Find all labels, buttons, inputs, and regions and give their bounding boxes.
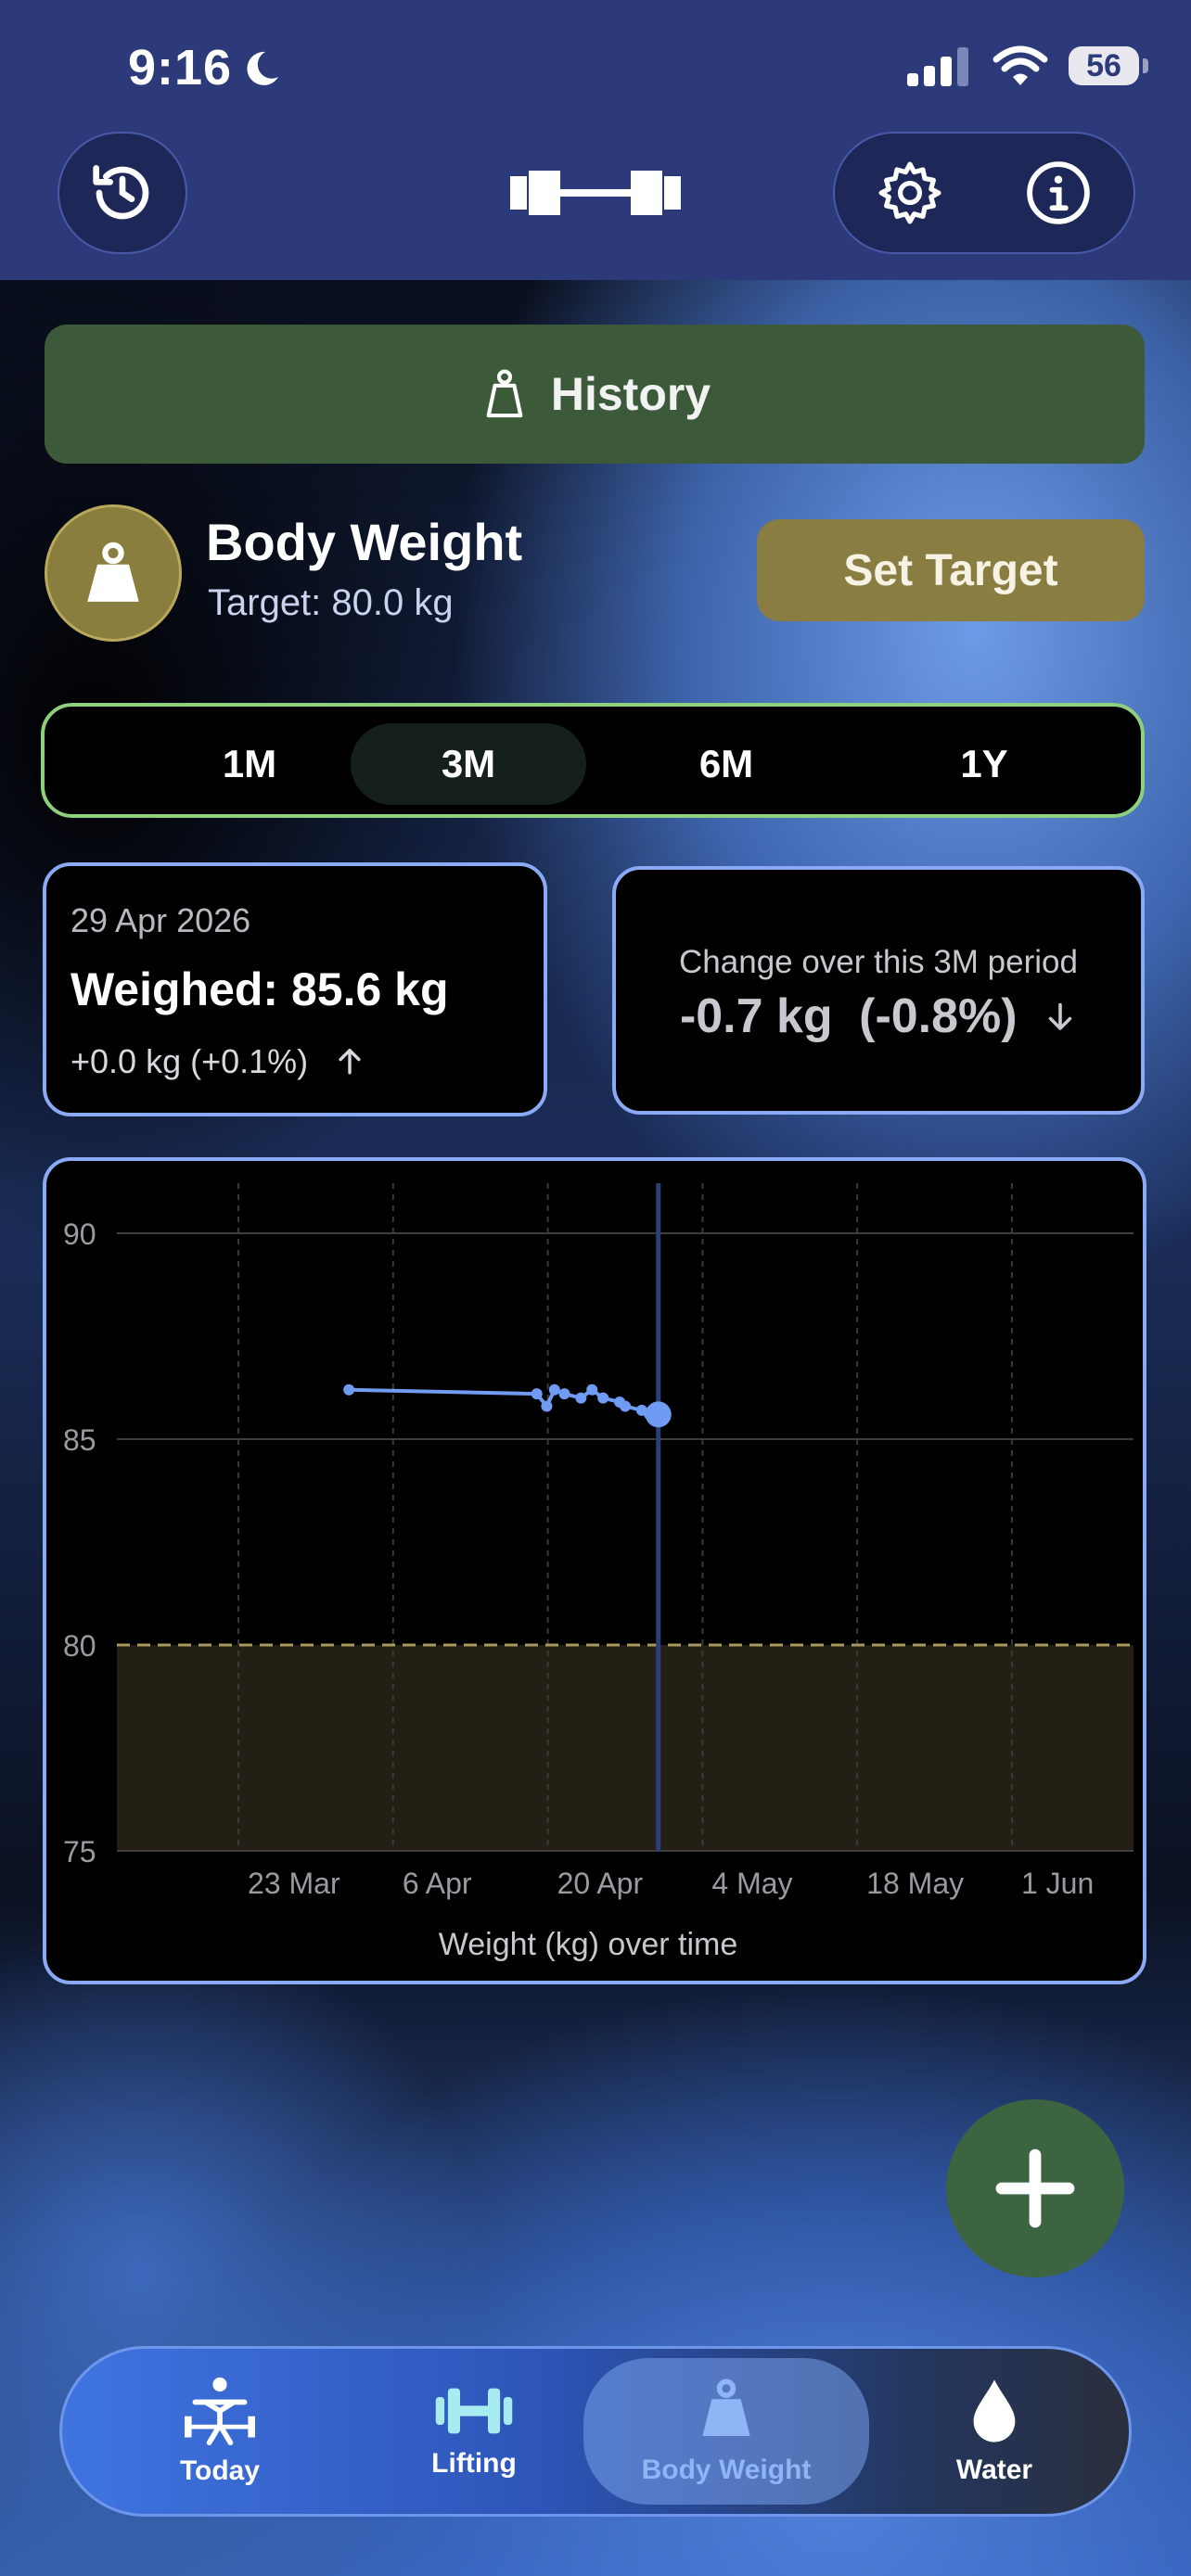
data-point <box>558 1388 570 1400</box>
data-point <box>548 1384 560 1396</box>
dumbbell-icon <box>435 2388 513 2434</box>
tab-today[interactable]: Today <box>118 2349 322 2514</box>
barbell-logo <box>510 171 681 215</box>
latest-weigh-card: 29 Apr 2026 Weighed: 85.6 kg +0.0 kg (+0… <box>43 862 547 1116</box>
info-icon <box>1027 161 1090 224</box>
tab-water[interactable]: Water <box>897 2349 1092 2514</box>
data-point <box>541 1400 553 1412</box>
add-entry-button[interactable] <box>946 2099 1124 2277</box>
tab-body-weight[interactable]: Body Weight <box>583 2358 869 2505</box>
status-time: 9:16 <box>128 40 233 96</box>
x-tick-label: 4 May <box>711 1867 792 1900</box>
period-change: -0.7 kg (-0.8%) <box>616 988 1141 1044</box>
data-point <box>586 1384 598 1396</box>
period-change-value: -0.7 kg <box>679 989 833 1043</box>
weight-chart-svg: 90 85 80 75 23 Mar 6 Apr 20 Apr 4 May 18 May 1 Ju… <box>63 1183 1133 1962</box>
history-clock-icon <box>93 165 149 220</box>
history-button[interactable]: History <box>45 325 1145 464</box>
gear-icon <box>878 161 941 224</box>
period-caption: Change over this 3M period <box>679 944 1078 980</box>
status-icons: 56 <box>907 45 1148 87</box>
signal-icon <box>907 47 968 86</box>
arrow-down-icon <box>1048 1002 1072 1030</box>
weight-icon <box>87 542 139 602</box>
plus-icon <box>995 2149 1075 2228</box>
period-change-card: Change over this 3M period -0.7 kg (-0.8… <box>612 866 1145 1115</box>
range-1y[interactable]: 1Y <box>866 723 1102 805</box>
body-weight-avatar <box>45 504 182 642</box>
tab-bar: Today Lifting Body Weight Water <box>59 2346 1132 2517</box>
data-point <box>597 1392 609 1404</box>
data-point <box>575 1392 587 1404</box>
weight-icon <box>486 369 523 418</box>
water-drop-icon <box>973 2379 1016 2442</box>
page-title: Body Weight <box>206 513 523 571</box>
info-button[interactable] <box>984 134 1133 252</box>
moon-icon <box>247 51 278 85</box>
tab-water-label: Water <box>955 2455 1033 2485</box>
data-point <box>620 1400 631 1412</box>
y-tick-label: 90 <box>63 1218 96 1251</box>
range-1m[interactable]: 1M <box>132 723 367 805</box>
wifi-icon <box>992 45 1048 85</box>
settings-info-group <box>833 132 1135 254</box>
latest-delta: +0.0 kg (+0.1%) <box>70 1042 365 1081</box>
period-change-percent: (-0.8%) <box>859 989 1018 1043</box>
data-point <box>343 1384 355 1396</box>
y-tick-label: 75 <box>63 1835 96 1868</box>
x-tick-label: 23 Mar <box>248 1867 340 1900</box>
tab-body-weight-label: Body Weight <box>641 2455 812 2485</box>
latest-delta-text: +0.0 kg (+0.1%) <box>70 1042 309 1080</box>
lifter-icon <box>185 2377 255 2446</box>
y-tick-label: 80 <box>63 1629 96 1663</box>
data-point <box>531 1388 543 1400</box>
range-6m[interactable]: 6M <box>608 723 844 805</box>
tab-lifting-label: Lifting <box>431 2448 517 2479</box>
arrow-up-icon <box>339 1048 361 1075</box>
x-tick-label: 20 Apr <box>557 1867 644 1900</box>
top-bar: 9:16 56 <box>0 0 1191 280</box>
tab-today-label: Today <box>179 2455 261 2486</box>
x-tick-label: 6 Apr <box>403 1867 472 1900</box>
tab-lifting[interactable]: Lifting <box>372 2349 576 2514</box>
weight-chart: 90 85 80 75 23 Mar 6 Apr 20 Apr 4 May 18 May 1 Ju… <box>43 1157 1146 1984</box>
battery-indicator: 56 <box>1069 46 1148 85</box>
x-tick-label: 1 Jun <box>1021 1867 1094 1900</box>
series-line <box>349 1387 659 1417</box>
latest-weight: Weighed: 85.6 kg <box>70 963 449 1015</box>
latest-date: 29 Apr 2026 <box>70 901 251 939</box>
x-tick-label: 18 May <box>866 1867 964 1900</box>
range-selector: 1M 3M 6M 1Y <box>41 703 1145 818</box>
selected-point <box>645 1401 672 1428</box>
target-label: Target: 80.0 kg <box>208 582 454 623</box>
target-zone <box>117 1645 1133 1851</box>
range-3m[interactable]: 3M <box>351 723 586 805</box>
history-round-button[interactable] <box>58 132 187 254</box>
y-tick-label: 85 <box>63 1423 96 1457</box>
x-axis-label: Weight (kg) over time <box>439 1927 737 1962</box>
weight-icon <box>702 2378 750 2437</box>
history-button-label: History <box>550 368 711 420</box>
settings-button[interactable] <box>836 134 984 252</box>
set-target-button[interactable]: Set Target <box>757 519 1145 621</box>
